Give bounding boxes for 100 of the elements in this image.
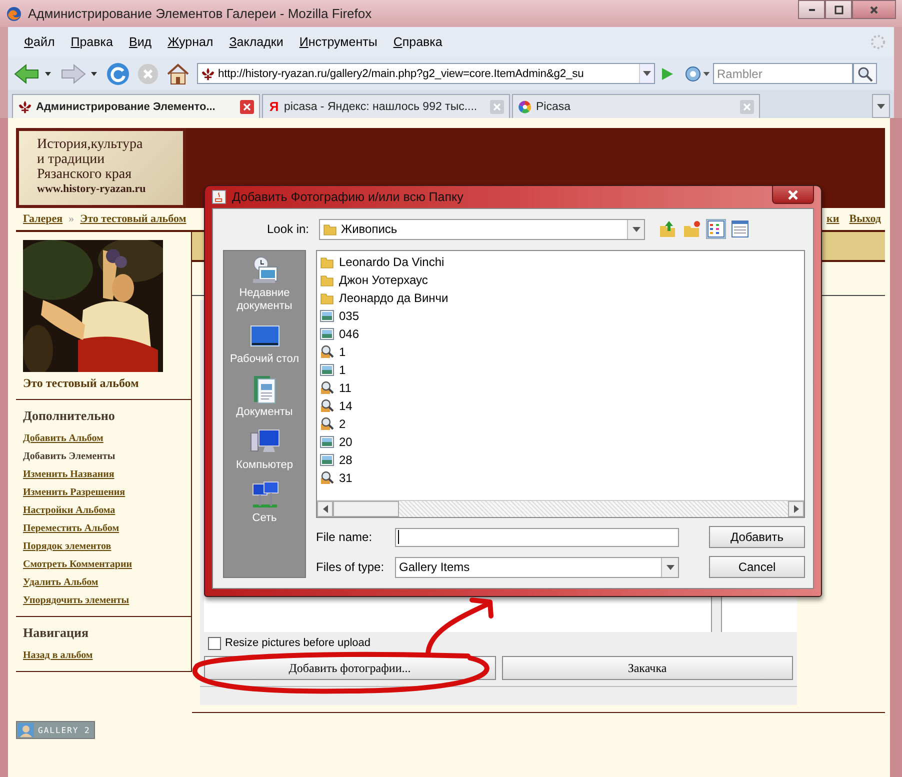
window-title: Администрирование Элементов Галереи - Mozilla Firefox	[28, 6, 373, 21]
file-item[interactable]: 28	[320, 451, 804, 469]
menu-item[interactable]: Журнал	[160, 35, 222, 49]
sidebar-link[interactable]: Изменить Разрешения	[23, 484, 191, 502]
file-item[interactable]: 2	[320, 415, 804, 433]
file-item[interactable]: 11	[320, 379, 804, 397]
scroll-left-button[interactable]	[317, 501, 333, 517]
menu-item[interactable]: Вид	[120, 35, 160, 49]
file-item[interactable]: 20	[320, 433, 804, 451]
sidebar-link[interactable]: Добавить Альбом	[23, 430, 191, 448]
folder-icon	[320, 255, 334, 269]
breadcrumb-link[interactable]: Галерея	[23, 213, 63, 225]
browser-tab[interactable]: Picasa	[512, 94, 760, 118]
person-icon	[18, 723, 34, 737]
add-button[interactable]: Добавить	[709, 526, 805, 548]
browser-tab[interactable]: Я picasa - Яндекс: нашлось 992 тыс....	[262, 94, 510, 118]
file-type-dropdown[interactable]: Gallery Items	[395, 556, 679, 578]
magnifier-file-icon	[320, 417, 334, 431]
sidebar-link[interactable]: Переместить Альбом	[23, 520, 191, 538]
applet-button[interactable]: Закачка	[502, 656, 793, 680]
address-field[interactable]: http://history-ryazan.ru/gallery2/main.php?g2_view=core.ItemAdmin&g2_su	[197, 63, 655, 84]
file-item[interactable]: 14	[320, 397, 804, 415]
close-button[interactable]	[852, 0, 896, 19]
reload-icon	[106, 62, 130, 86]
sidebar-link[interactable]: Смотреть Комментарии	[23, 556, 191, 574]
sidebar-link[interactable]: Упорядочить элементы	[23, 592, 191, 610]
tab-favicon: Я	[268, 99, 280, 114]
cancel-button[interactable]: Cancel	[709, 556, 805, 578]
dropdown-value: Gallery Items	[399, 560, 471, 574]
scrollbar-thumb[interactable]	[333, 501, 399, 517]
breadcrumb-separator: »	[68, 213, 74, 225]
checkbox[interactable]	[208, 636, 221, 650]
look-in-dropdown[interactable]: Живопись	[319, 218, 645, 240]
menu-item[interactable]: Правка	[62, 35, 121, 49]
tab-label: Администрирование Элементо...	[36, 100, 216, 112]
breadcrumb-link[interactable]: Это тестовый альбом	[80, 213, 186, 225]
image-file-icon	[320, 453, 334, 467]
section-heading: Дополнительно	[23, 408, 116, 424]
maximize-button[interactable]	[825, 0, 852, 19]
menu-item[interactable]: Инструменты	[291, 35, 386, 49]
menu-item[interactable]: Закладки	[221, 35, 292, 49]
up-folder-icon[interactable]	[659, 220, 677, 238]
stop-icon	[137, 62, 159, 84]
globe-icon	[685, 66, 701, 82]
details-view-icon[interactable]	[731, 220, 749, 238]
list-view-icon[interactable]	[707, 220, 725, 238]
file-item[interactable]: 046	[320, 325, 804, 343]
folder-icon	[320, 291, 334, 305]
header-link[interactable]: Выход	[849, 213, 881, 225]
dropdown-button[interactable]	[661, 558, 678, 576]
file-item[interactable]: Leonardo Da Vinchi	[320, 253, 804, 271]
file-name-field[interactable]	[395, 528, 679, 546]
dropdown-arrow-icon[interactable]	[45, 72, 51, 76]
reload-button[interactable]	[104, 62, 132, 86]
minimize-button[interactable]	[798, 0, 825, 19]
sidebar-link[interactable]: Удалить Альбом	[23, 574, 191, 592]
caret-icon	[877, 104, 885, 108]
sidebar-link[interactable]: Назад в альбом	[23, 647, 191, 665]
menu-item[interactable]: Файл	[16, 35, 63, 49]
fleur-de-lis-icon	[18, 100, 32, 114]
menu-item[interactable]: Справка	[385, 35, 450, 49]
file-item[interactable]: 31	[320, 469, 804, 487]
dropdown-arrow-icon[interactable]	[91, 72, 97, 76]
header-link[interactable]: ки	[826, 213, 840, 225]
right-arrow-icon	[794, 505, 798, 513]
sidebar-link[interactable]: Добавить Элементы	[23, 448, 191, 466]
tab-close-button[interactable]	[240, 100, 254, 114]
close-button[interactable]	[772, 186, 814, 204]
close-icon	[787, 190, 799, 200]
search-engine-button[interactable]	[685, 66, 710, 82]
tab-list-button[interactable]	[872, 94, 890, 118]
file-item[interactable]: Джон Уотерхаус	[320, 271, 804, 289]
search-button[interactable]	[853, 63, 877, 84]
search-field[interactable]: Rambler	[713, 63, 853, 84]
section-heading: Навигация	[23, 625, 90, 641]
sidebar-link[interactable]: Настройки Альбома	[23, 502, 191, 520]
image-file-icon	[320, 309, 334, 323]
pinwheel-icon	[518, 100, 532, 114]
image-file-icon	[320, 363, 334, 377]
file-item[interactable]: 1	[320, 343, 804, 361]
search-icon	[857, 66, 873, 82]
badge-text: GALLERY 2	[38, 726, 90, 734]
scroll-right-button[interactable]	[788, 501, 804, 517]
new-folder-icon[interactable]	[683, 220, 701, 238]
maximize-icon	[834, 4, 844, 14]
fleur-de-lis-icon	[201, 66, 215, 80]
sidebar-link[interactable]: Порядок элементов	[23, 538, 191, 556]
file-type-label: Files of type:	[316, 560, 386, 574]
file-item[interactable]: Леонардо да Винчи	[320, 289, 804, 307]
sidebar-link[interactable]: Изменить Названия	[23, 466, 191, 484]
close-icon	[493, 102, 501, 110]
album-title: Это тестовый альбом	[23, 376, 140, 391]
dropdown-button[interactable]	[627, 220, 644, 238]
file-item[interactable]: 035	[320, 307, 804, 325]
file-item[interactable]: 1	[320, 361, 804, 379]
image-file-icon	[320, 435, 334, 449]
site-logo[interactable]: История,культура и традиции Рязанского края www.history-ryazan.ru	[16, 128, 186, 208]
magnifier-file-icon	[320, 345, 334, 359]
browser-tab[interactable]: Администрирование Элементо...	[12, 94, 260, 118]
history-dropdown-button[interactable]	[639, 64, 654, 83]
